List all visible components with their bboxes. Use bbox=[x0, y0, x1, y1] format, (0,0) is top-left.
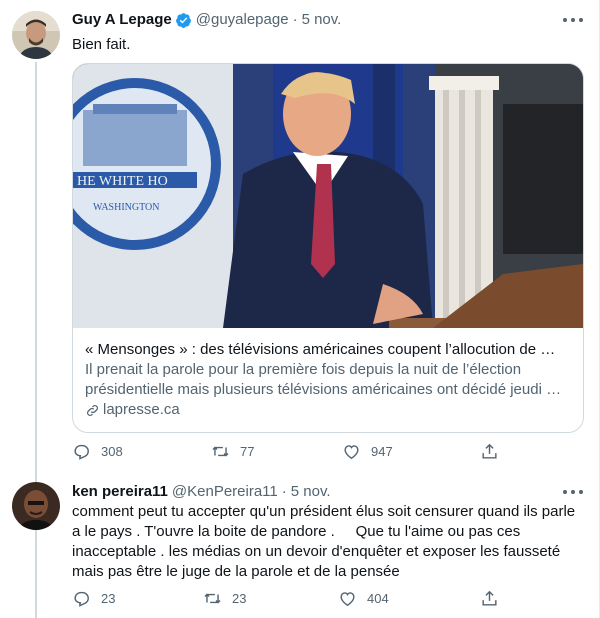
more-icon[interactable] bbox=[563, 16, 583, 24]
tweet[interactable]: Guy A Lepage @guyalepage · 5 nov. Bien f… bbox=[0, 0, 599, 618]
retweet-button[interactable]: 77 bbox=[211, 442, 254, 461]
tweet-actions: 308 77 947 bbox=[72, 442, 532, 462]
retweet-count: 77 bbox=[240, 444, 255, 459]
card-image: HE WHITE HO WASHINGTON bbox=[73, 64, 583, 328]
tweet[interactable]: ken pereira11 @KenPereira11 · 5 nov. com… bbox=[0, 468, 599, 618]
link-card[interactable]: HE WHITE HO WASHINGTON « Mensonges » : d… bbox=[72, 63, 584, 433]
separator: · bbox=[281, 483, 287, 500]
retweet-count: 23 bbox=[232, 591, 247, 606]
like-count: 404 bbox=[367, 591, 389, 606]
like-count: 947 bbox=[371, 444, 393, 459]
share-icon bbox=[482, 590, 497, 606]
handle[interactable]: @KenPereira11 bbox=[172, 482, 278, 502]
reply-icon bbox=[74, 591, 89, 607]
reply-count: 308 bbox=[101, 444, 123, 459]
retweet-icon bbox=[212, 446, 229, 457]
reply-count: 23 bbox=[101, 591, 116, 606]
handle[interactable]: @guyalepage bbox=[196, 10, 289, 30]
avatar[interactable] bbox=[12, 11, 60, 59]
tweet-text: Bien fait. bbox=[72, 36, 131, 53]
avatar[interactable] bbox=[12, 482, 60, 530]
card-image-text: HE WHITE HO bbox=[77, 174, 168, 189]
timestamp[interactable]: 5 nov. bbox=[302, 10, 342, 30]
card-description: Il prenait la parole pour la première fo… bbox=[85, 361, 562, 398]
card-meta: « Mensonges » : des télévisions américai… bbox=[85, 340, 571, 420]
more-icon[interactable] bbox=[563, 488, 583, 496]
tweet-header: Guy A Lepage @guyalepage · 5 nov. bbox=[72, 10, 341, 30]
like-button[interactable]: 404 bbox=[338, 589, 389, 608]
timestamp[interactable]: 5 nov. bbox=[291, 482, 331, 502]
separator: · bbox=[292, 11, 298, 28]
share-button[interactable] bbox=[480, 589, 499, 608]
display-name[interactable]: ken pereira11 bbox=[72, 482, 168, 502]
retweet-button[interactable]: 23 bbox=[203, 589, 246, 608]
card-domain-text: lapresse.ca bbox=[103, 401, 180, 418]
reply-icon bbox=[74, 444, 89, 460]
card-image-subtext: WASHINGTON bbox=[93, 202, 159, 213]
card-domain: lapresse.ca bbox=[85, 400, 571, 420]
tweet-actions: 23 23 404 bbox=[72, 589, 532, 609]
share-button[interactable] bbox=[480, 442, 499, 461]
share-icon bbox=[482, 443, 497, 459]
like-button[interactable]: 947 bbox=[342, 442, 393, 461]
retweet-icon bbox=[204, 593, 221, 604]
reply-button[interactable]: 308 bbox=[72, 442, 123, 461]
reply-button[interactable]: 23 bbox=[72, 589, 115, 608]
tweet-header: ken pereira11 @KenPereira11 · 5 nov. bbox=[72, 482, 331, 502]
like-icon bbox=[340, 592, 355, 607]
tweet-text: comment peut tu accepter qu'un président… bbox=[72, 503, 580, 580]
like-icon bbox=[344, 445, 359, 460]
card-title[interactable]: « Mensonges » : des télévisions américai… bbox=[85, 340, 571, 360]
display-name[interactable]: Guy A Lepage bbox=[72, 10, 172, 30]
verified-badge-icon bbox=[175, 12, 191, 28]
link-icon bbox=[87, 404, 98, 416]
